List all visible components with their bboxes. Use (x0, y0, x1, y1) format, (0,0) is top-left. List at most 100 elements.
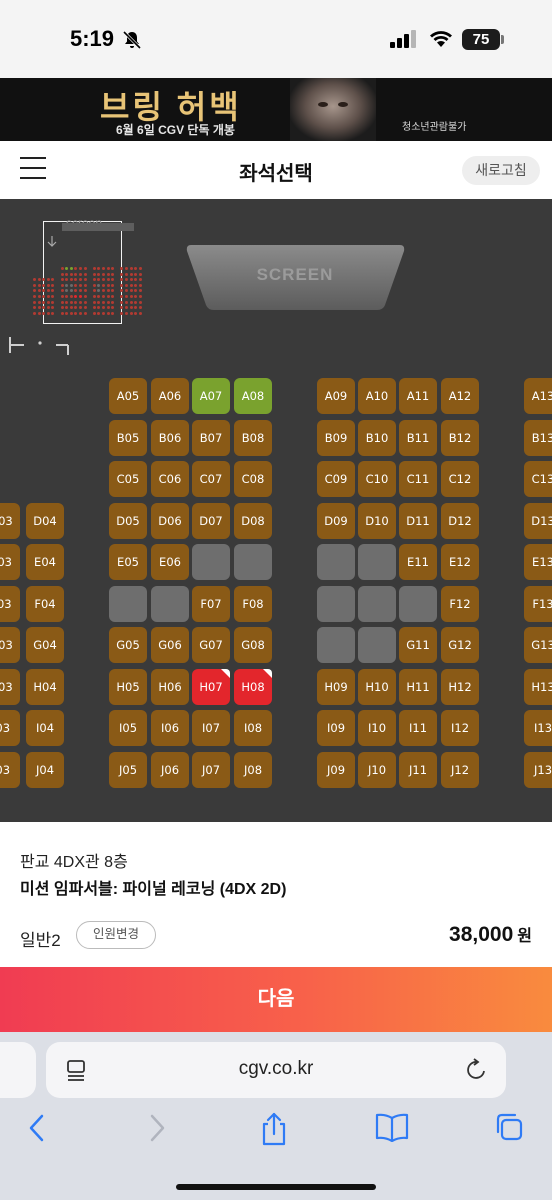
seat-j05[interactable]: J05 (109, 752, 147, 788)
seat-c06[interactable]: C06 (151, 461, 189, 497)
seat-i05[interactable]: I05 (109, 710, 147, 746)
back-icon[interactable] (26, 1112, 48, 1144)
seat-f07[interactable]: F07 (192, 586, 230, 622)
seat-e05[interactable]: E05 (109, 544, 147, 580)
seat-i13[interactable]: I13 (524, 710, 552, 746)
seat-h05[interactable]: H05 (109, 669, 147, 705)
seat-g05[interactable]: G05 (109, 627, 147, 663)
seat-i03[interactable]: I03 (0, 710, 20, 746)
seat-f03[interactable]: F03 (0, 586, 20, 622)
seat-b07[interactable]: B07 (192, 420, 230, 456)
seat-b12[interactable]: B12 (441, 420, 479, 456)
seat-b05[interactable]: B05 (109, 420, 147, 456)
seat-h13[interactable]: H13 (524, 669, 552, 705)
seat-g06[interactable]: G06 (151, 627, 189, 663)
seat-b11[interactable]: B11 (399, 420, 437, 456)
seat-d03[interactable]: D03 (0, 503, 20, 539)
previous-tab-preview[interactable] (0, 1042, 36, 1098)
seat-f12[interactable]: F12 (441, 586, 479, 622)
seat-b08[interactable]: B08 (234, 420, 272, 456)
seat-i06[interactable]: I06 (151, 710, 189, 746)
seat-b09[interactable]: B09 (317, 420, 355, 456)
seat-h03[interactable]: H03 (0, 669, 20, 705)
seat-d11[interactable]: D11 (399, 503, 437, 539)
tabs-icon[interactable] (494, 1112, 524, 1142)
seat-h07[interactable]: H07 (192, 669, 230, 705)
seat-h06[interactable]: H06 (151, 669, 189, 705)
seat-i04[interactable]: I04 (26, 710, 64, 746)
address-bar[interactable]: cgv.co.kr (46, 1042, 506, 1098)
seat-f04[interactable]: F04 (26, 586, 64, 622)
seat-j03[interactable]: J03 (0, 752, 20, 788)
seat-d06[interactable]: D06 (151, 503, 189, 539)
seat-minimap[interactable]: screen (43, 216, 122, 324)
bookmarks-icon[interactable] (375, 1112, 409, 1142)
change-people-button[interactable]: 인원변경 (76, 921, 156, 949)
seat-a11[interactable]: A11 (399, 378, 437, 414)
seat-h11[interactable]: H11 (399, 669, 437, 705)
seat-d13[interactable]: D13 (524, 503, 552, 539)
seat-g03[interactable]: G03 (0, 627, 20, 663)
refresh-button[interactable]: 새로고침 (462, 156, 540, 185)
seat-j12[interactable]: J12 (441, 752, 479, 788)
seat-i09[interactable]: I09 (317, 710, 355, 746)
seat-a13[interactable]: A13 (524, 378, 552, 414)
seat-c10[interactable]: C10 (358, 461, 396, 497)
seat-d08[interactable]: D08 (234, 503, 272, 539)
seat-e03[interactable]: E03 (0, 544, 20, 580)
seat-j06[interactable]: J06 (151, 752, 189, 788)
seat-a08[interactable]: A08 (234, 378, 272, 414)
seat-h09[interactable]: H09 (317, 669, 355, 705)
seat-j11[interactable]: J11 (399, 752, 437, 788)
movie-ad-banner[interactable]: 브링 허백 6월 6일 CGV 단독 개봉 청소년관람불가 (0, 78, 552, 141)
seat-c13[interactable]: C13 (524, 461, 552, 497)
next-button[interactable]: 다음 (0, 967, 552, 1032)
seat-a12[interactable]: A12 (441, 378, 479, 414)
seat-d12[interactable]: D12 (441, 503, 479, 539)
seat-c05[interactable]: C05 (109, 461, 147, 497)
share-icon[interactable] (260, 1112, 288, 1146)
seat-c07[interactable]: C07 (192, 461, 230, 497)
seat-a07[interactable]: A07 (192, 378, 230, 414)
seat-a09[interactable]: A09 (317, 378, 355, 414)
seat-g04[interactable]: G04 (26, 627, 64, 663)
seat-e12[interactable]: E12 (441, 544, 479, 580)
seat-c08[interactable]: C08 (234, 461, 272, 497)
seat-i08[interactable]: I08 (234, 710, 272, 746)
seat-h04[interactable]: H04 (26, 669, 64, 705)
seat-i12[interactable]: I12 (441, 710, 479, 746)
reload-icon[interactable] (466, 1058, 488, 1082)
seat-h10[interactable]: H10 (358, 669, 396, 705)
seat-i11[interactable]: I11 (399, 710, 437, 746)
seat-g12[interactable]: G12 (441, 627, 479, 663)
seat-h08[interactable]: H08 (234, 669, 272, 705)
seat-c09[interactable]: C09 (317, 461, 355, 497)
forward-icon[interactable] (146, 1112, 168, 1144)
seat-d10[interactable]: D10 (358, 503, 396, 539)
seat-d09[interactable]: D09 (317, 503, 355, 539)
seat-a10[interactable]: A10 (358, 378, 396, 414)
seat-map[interactable]: screen SCREEN A05A06A07A08 A09A10A11A12 A1… (0, 199, 552, 822)
seat-g07[interactable]: G07 (192, 627, 230, 663)
seat-e11[interactable]: E11 (399, 544, 437, 580)
seat-j04[interactable]: J04 (26, 752, 64, 788)
seat-f08[interactable]: F08 (234, 586, 272, 622)
seat-c12[interactable]: C12 (441, 461, 479, 497)
seat-j09[interactable]: J09 (317, 752, 355, 788)
seat-g11[interactable]: G11 (399, 627, 437, 663)
seat-j10[interactable]: J10 (358, 752, 396, 788)
seat-d07[interactable]: D07 (192, 503, 230, 539)
seat-b06[interactable]: B06 (151, 420, 189, 456)
seat-h12[interactable]: H12 (441, 669, 479, 705)
seat-b10[interactable]: B10 (358, 420, 396, 456)
seat-i07[interactable]: I07 (192, 710, 230, 746)
seat-j13[interactable]: J13 (524, 752, 552, 788)
seat-d05[interactable]: D05 (109, 503, 147, 539)
seat-j07[interactable]: J07 (192, 752, 230, 788)
seat-j08[interactable]: J08 (234, 752, 272, 788)
seat-i10[interactable]: I10 (358, 710, 396, 746)
seat-f13[interactable]: F13 (524, 586, 552, 622)
seat-a05[interactable]: A05 (109, 378, 147, 414)
seat-e13[interactable]: E13 (524, 544, 552, 580)
seat-c11[interactable]: C11 (399, 461, 437, 497)
